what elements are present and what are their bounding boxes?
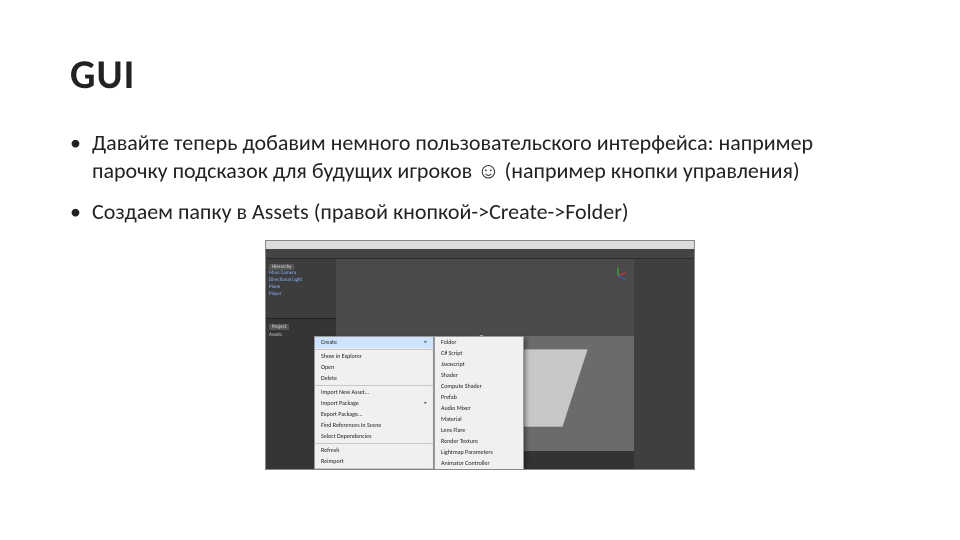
hierarchy-tab: Hierarchy xyxy=(269,264,294,270)
ctx-item[interactable]: Find References In Scene xyxy=(315,420,433,431)
sub-item[interactable]: Javascript xyxy=(435,359,523,370)
sub-item[interactable]: Lightmap Parameters xyxy=(435,447,523,458)
hierarchy-item: Directional Light xyxy=(269,277,333,284)
sub-item[interactable]: Compute Shader xyxy=(435,381,523,392)
menubar xyxy=(266,241,694,249)
bullet-item: Создаем папку в Assets (правой кнопкой->… xyxy=(70,198,890,226)
ctx-item[interactable]: Open xyxy=(315,362,433,373)
ctx-item[interactable]: Reimport xyxy=(315,456,433,467)
sub-item[interactable]: Audio Mixer xyxy=(435,403,523,414)
sub-item[interactable]: C# Script xyxy=(435,348,523,359)
project-tab: Project xyxy=(269,324,289,330)
sub-item[interactable]: Shader xyxy=(435,370,523,381)
ctx-item[interactable]: Select Dependencies xyxy=(315,431,433,442)
ctx-item[interactable]: Export Package... xyxy=(315,409,433,420)
ctx-create[interactable]: Create xyxy=(315,337,433,348)
ctx-item[interactable]: Show in Explorer xyxy=(315,351,433,362)
create-submenu[interactable]: Folder C# Script Javascript Shader Compu… xyxy=(434,336,524,470)
unity-screenshot: Hierarchy Main Camera Directional Light … xyxy=(265,240,695,470)
context-menu[interactable]: Create Show in Explorer Open Delete Impo… xyxy=(314,336,434,470)
ctx-item[interactable]: Import New Asset... xyxy=(315,387,433,398)
sub-item[interactable]: Lens Flare xyxy=(435,425,523,436)
hierarchy-item: Main Camera xyxy=(269,270,333,277)
ctx-item[interactable]: Refresh xyxy=(315,445,433,456)
sub-item[interactable]: Animation xyxy=(435,469,523,470)
hierarchy-panel: Hierarchy Main Camera Directional Light … xyxy=(266,259,336,319)
sub-item[interactable]: Animator Controller xyxy=(435,458,523,469)
bullet-item: Давайте теперь добавим немного пользоват… xyxy=(70,129,890,184)
scene-gizmo xyxy=(608,265,628,285)
sub-item[interactable]: Material xyxy=(435,414,523,425)
slide-title: GUI xyxy=(70,50,890,99)
ctx-item[interactable]: Import Package xyxy=(315,398,433,409)
toolbar xyxy=(266,249,694,259)
hierarchy-item: Plane xyxy=(269,284,333,291)
sub-folder[interactable]: Folder xyxy=(435,337,523,348)
sub-item[interactable]: Render Texture xyxy=(435,436,523,447)
ctx-item[interactable]: Delete xyxy=(315,373,433,384)
hierarchy-item: Player xyxy=(269,291,333,298)
sub-item[interactable]: Prefab xyxy=(435,392,523,403)
bullet-list: Давайте теперь добавим немного пользоват… xyxy=(70,129,890,226)
